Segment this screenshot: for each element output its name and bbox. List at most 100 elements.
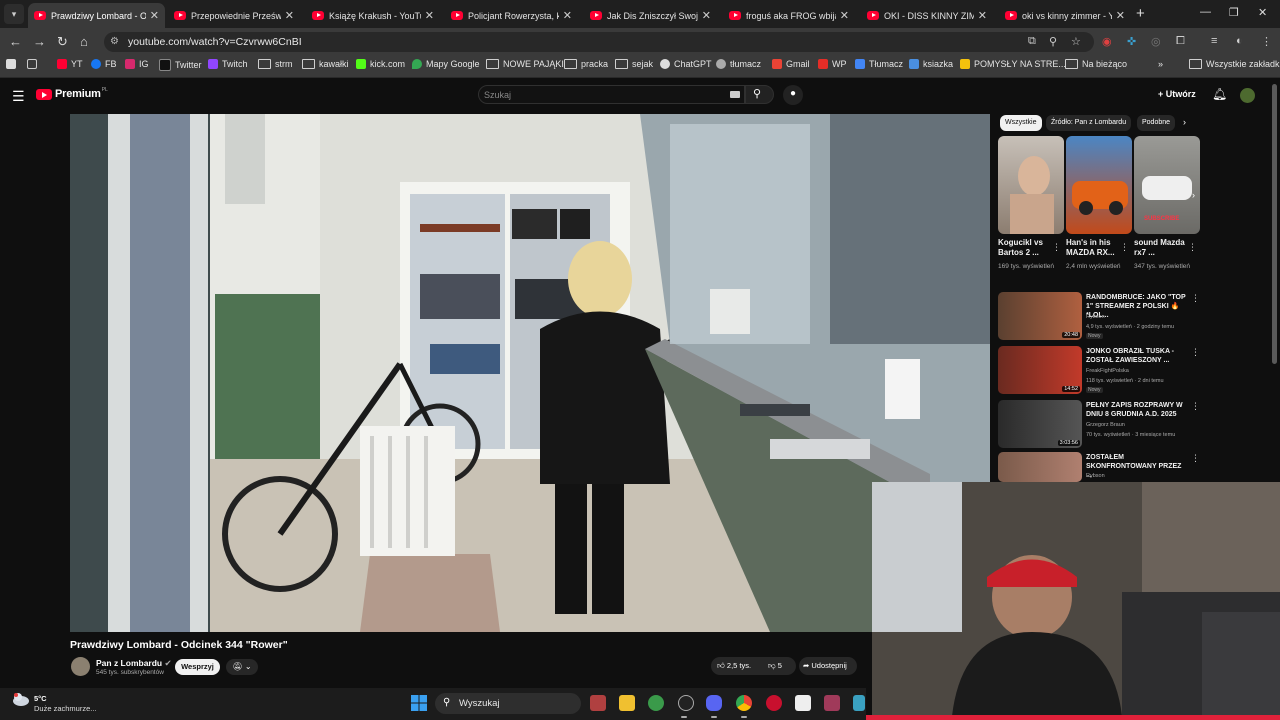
tab-oki-vs-kinny[interactable]: oki vs kinny zimmer - You ✕ <box>999 3 1131 28</box>
tab-search-button[interactable]: ▾ <box>4 4 24 24</box>
tab-close-icon[interactable]: ✕ <box>285 9 294 22</box>
file-explorer-icon[interactable] <box>619 695 635 711</box>
more-options-icon[interactable]: ⋮ <box>1052 242 1061 253</box>
discord-icon[interactable] <box>706 695 722 711</box>
extension-disabled-icon[interactable]: ◎ <box>1151 35 1161 48</box>
tab-policjant-rowerzysta[interactable]: Policjant Rowerzysta, któr ✕ <box>445 3 578 28</box>
tab-close-icon[interactable]: ✕ <box>425 9 434 22</box>
more-options-icon[interactable]: ⋮ <box>1120 242 1129 253</box>
extension-record-icon[interactable]: ◉ <box>1102 35 1112 48</box>
bookmark-kick[interactable]: kick.com <box>356 59 405 69</box>
new-tab-button[interactable]: + <box>1136 5 1145 22</box>
bookmark-gmail[interactable]: Gmail <box>772 59 810 69</box>
install-app-icon[interactable]: ⧉ <box>1028 35 1036 48</box>
rec-channel[interactable]: Rybson <box>1086 473 1105 479</box>
extension-icon[interactable]: ✜ <box>1127 35 1136 48</box>
short-thumbnail[interactable]: SUBSCRIBE <box>1134 136 1200 234</box>
forward-icon[interactable]: → <box>33 34 46 49</box>
back-icon[interactable]: ← <box>9 34 22 49</box>
taskbar-app-notes-icon[interactable] <box>853 695 865 711</box>
more-options-icon[interactable]: ⋮ <box>1191 293 1200 304</box>
weather-temperature[interactable]: 5°C <box>34 694 47 703</box>
search-box[interactable] <box>478 85 745 104</box>
rec-channel[interactable]: Grzegorz Braun <box>1086 422 1125 428</box>
reload-icon[interactable]: ↻ <box>57 34 68 50</box>
site-info-icon[interactable]: ⚙ <box>110 36 119 47</box>
bookmark-wp[interactable]: WP <box>818 59 847 69</box>
tab-close-icon[interactable]: ✕ <box>563 9 572 22</box>
share-button[interactable]: ➦ Udostępnij <box>803 661 847 670</box>
more-options-icon[interactable]: ⋮ <box>1191 347 1200 358</box>
notification-button[interactable]: 🔕︎ ⌄ <box>226 659 258 675</box>
more-options-icon[interactable]: ⋮ <box>1191 453 1200 464</box>
keyboard-icon[interactable] <box>730 91 740 98</box>
rec-thumbnail[interactable] <box>998 452 1082 482</box>
tab-przepowiednie[interactable]: Przepowiednie Prześwira ✕ <box>168 3 300 28</box>
bookmark-nowe-pajaki[interactable]: NOWE PAJĄKI <box>486 59 564 69</box>
short-title[interactable]: sound Mazda rx7 ... <box>1134 238 1192 258</box>
rec-thumbnail[interactable]: 14:52 <box>998 346 1082 394</box>
bell-icon[interactable]: 🔔︎ <box>1212 87 1227 101</box>
profile-icon[interactable]: ◐ <box>1236 35 1243 47</box>
close-window-icon[interactable]: ✕ <box>1258 6 1267 19</box>
tab-prawdziwy-lombard[interactable]: Prawdziwy Lombard - Od ✕ <box>28 3 165 28</box>
opera-icon[interactable] <box>766 695 782 711</box>
short-thumbnail[interactable] <box>1066 136 1132 234</box>
guide-menu-icon[interactable]: ☰ <box>12 88 25 105</box>
apps-grid-icon[interactable] <box>27 59 41 69</box>
restore-icon[interactable]: ❐ <box>1229 6 1239 19</box>
rec-channel[interactable]: FreakFightPolska <box>1086 368 1129 374</box>
rec-thumbnail[interactable]: 3:03:56 <box>998 400 1082 448</box>
shorts-next-icon[interactable]: › <box>1192 190 1195 200</box>
taskbar-app-docs-icon[interactable] <box>795 695 811 711</box>
search-icon[interactable]: ⚲ <box>753 87 761 100</box>
rec-thumbnail[interactable]: 20:48 <box>998 292 1082 340</box>
bookmark-ksiazka[interactable]: ksiazka <box>909 59 953 69</box>
taskbar-search[interactable] <box>435 693 581 714</box>
bookmark-na-biezaco[interactable]: Na bieżąco <box>1065 59 1127 69</box>
bookmark-ig[interactable]: IG <box>125 59 149 69</box>
create-button[interactable]: + Utwórz <box>1158 89 1196 99</box>
browser-menu-icon[interactable]: ⋮ <box>1261 35 1272 48</box>
support-button[interactable]: Wesprzyj <box>175 659 220 675</box>
channel-name[interactable]: Pan z Lombardu ✔ <box>96 658 172 669</box>
bookmark-yt[interactable]: YT <box>57 59 83 69</box>
bookmark-twitch[interactable]: Twitch <box>208 59 248 69</box>
bookmark-tlumacz-2[interactable]: Tłumacz <box>855 59 903 69</box>
tab-ksiaze-krakush[interactable]: Książę Krakush - YouTube ✕ <box>306 3 440 28</box>
bookmark-pomysly[interactable]: POMYSŁY NA STRE... <box>960 59 1066 69</box>
tab-oki-diss[interactable]: OKI - DISS KINNY ZIMME ✕ <box>861 3 993 28</box>
dislike-button[interactable]: 👎︎ 5 <box>768 661 782 671</box>
tab-close-icon[interactable]: ✕ <box>978 9 987 22</box>
scrollbar[interactable] <box>1272 84 1277 364</box>
bookmark-sejak[interactable]: sejak <box>615 59 653 69</box>
taskbar-search-input[interactable]: Wyszukaj <box>459 698 500 709</box>
taskbar-app-image-icon[interactable] <box>824 695 840 711</box>
tab-frogus[interactable]: froguś aka FROG wbija się ✕ <box>723 3 855 28</box>
bookmarks-overflow-icon[interactable]: » <box>1158 59 1163 69</box>
chevron-right-icon[interactable]: › <box>1183 117 1186 127</box>
url-text[interactable]: youtube.com/watch?v=Czvrww6CnBI <box>128 36 302 48</box>
cloud-icon[interactable] <box>12 692 30 706</box>
bookmark-strm[interactable]: strm <box>258 59 293 69</box>
tab-jak-dis[interactable]: Jak Dis Zniszczył Swoją Ka ✕ <box>584 3 717 28</box>
bookmark-chatgpt[interactable]: ChatGPT <box>660 59 712 69</box>
short-thumbnail[interactable] <box>998 136 1064 234</box>
home-icon[interactable]: ⌂ <box>80 34 88 49</box>
extensions-puzzle-icon[interactable]: ⧠ <box>1176 35 1185 48</box>
bookmark-star-icon[interactable]: ☆ <box>1071 35 1081 48</box>
more-options-icon[interactable]: ⋮ <box>1191 401 1200 412</box>
bookmark-tlumacz[interactable]: tłumacz <box>716 59 761 69</box>
mic-icon[interactable]: ● <box>790 88 796 99</box>
windows-start-icon[interactable] <box>411 695 427 711</box>
short-title[interactable]: Kogucikl vs Bartos 2 ... <box>998 238 1056 258</box>
short-title[interactable]: Han's in his MAZDA RX... <box>1066 238 1124 258</box>
rec-title[interactable]: JONKO OBRAZIŁ TUSKA - ZOSTAŁ ZAWIESZONY … <box>1086 347 1186 365</box>
tab-close-icon[interactable]: ✕ <box>1116 9 1125 22</box>
rec-channel[interactable]: Rybson <box>1086 314 1105 320</box>
taskbar-app-game-icon[interactable] <box>590 695 606 711</box>
rec-title[interactable]: PEŁNY ZAPIS ROZPRAWY W DNIU 8 GRUDNIA A.… <box>1086 401 1186 419</box>
video-player[interactable] <box>70 114 990 632</box>
tab-close-icon[interactable]: ✕ <box>702 9 711 22</box>
bookmark-mapy-google[interactable]: Mapy Google <box>412 59 480 69</box>
